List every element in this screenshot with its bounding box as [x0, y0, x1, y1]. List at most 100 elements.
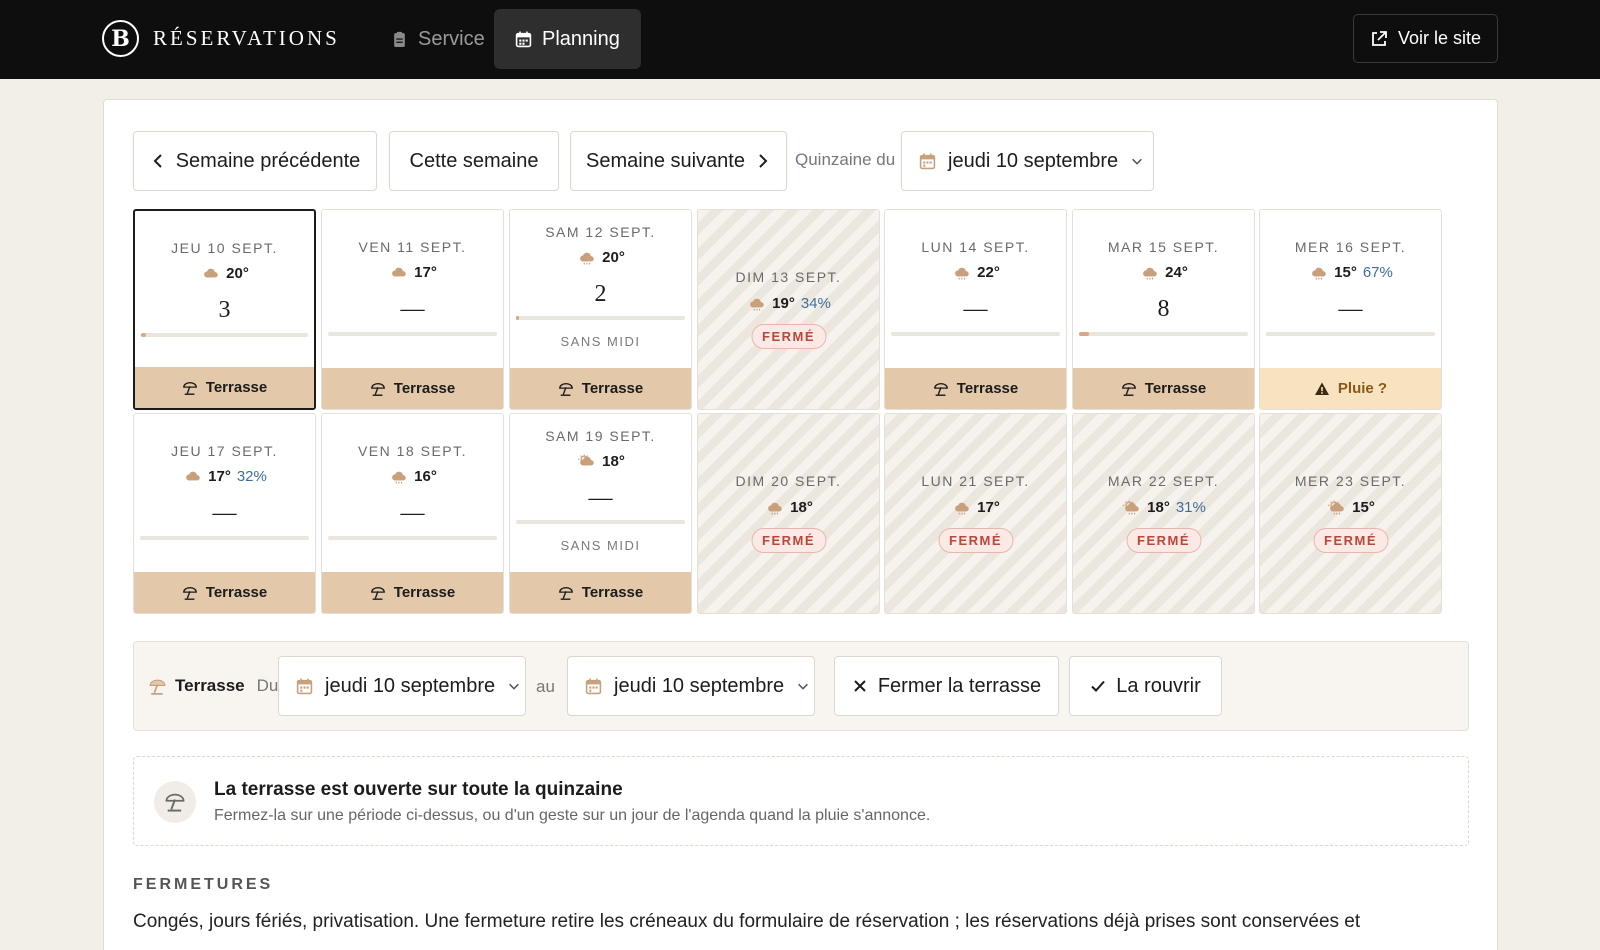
- closed-badge: FERMÉ: [751, 528, 826, 553]
- tab-planning-label: Planning: [542, 27, 620, 50]
- cloud-rain-icon: [580, 252, 594, 265]
- day-label: DIM 13 SEPT.: [735, 269, 842, 285]
- capacity-bar-fill: [516, 316, 520, 320]
- calendar-icon: [515, 31, 532, 47]
- closed-badge: FERMÉ: [1313, 528, 1388, 553]
- calendar-icon: [919, 153, 936, 169]
- reservation-count: —: [212, 500, 237, 526]
- reopen-terrace-button[interactable]: La rouvrir: [1069, 656, 1222, 716]
- reservation-count: —: [588, 485, 613, 511]
- day-cell[interactable]: JEU 10 SEPT. 20° 3 Terrasse: [133, 209, 316, 410]
- parasol-icon: [558, 382, 573, 396]
- close-terrace-button[interactable]: Fermer la terrasse: [834, 656, 1059, 716]
- cloud-icon: [186, 471, 200, 481]
- parasol-icon: [149, 679, 166, 695]
- day-temperature: 24°: [1165, 264, 1188, 281]
- day-temperature: 17°: [977, 499, 1000, 516]
- day-cell[interactable]: JEU 17 SEPT. 17° 32% — Terrasse: [133, 413, 316, 614]
- cloud-rain-icon: [955, 267, 969, 280]
- day-weather: 15°: [1260, 499, 1441, 516]
- clipboard-icon: [394, 31, 405, 47]
- sun-cloud-rain-icon: [1328, 500, 1344, 515]
- cloud-icon: [392, 267, 406, 277]
- day-cell[interactable]: MAR 22 SEPT. 18° 31% FERMÉ: [1072, 413, 1255, 614]
- day-cell[interactable]: LUN 14 SEPT. 22° — Terrasse: [884, 209, 1067, 410]
- terrace-toggle[interactable]: Terrasse: [322, 572, 503, 613]
- reservation-count: 8: [1157, 296, 1170, 322]
- parasol-icon: [933, 382, 948, 396]
- tab-planning[interactable]: Planning: [494, 9, 641, 69]
- from-date-select[interactable]: jeudi 10 septembre: [278, 656, 526, 716]
- closures-heading: FERMETURES: [133, 876, 274, 893]
- warning-icon: [1314, 382, 1329, 395]
- capacity-bar: [516, 316, 685, 320]
- cloud-rain-icon: [768, 502, 782, 515]
- capacity-bar: [328, 536, 497, 540]
- day-cell[interactable]: DIM 20 SEPT. 18° FERMÉ: [697, 413, 880, 614]
- prev-week-button[interactable]: Semaine précédente: [133, 131, 377, 191]
- terrace-toggle[interactable]: Terrasse: [134, 572, 315, 613]
- day-cell[interactable]: MER 23 SEPT. 15° FERMÉ: [1259, 413, 1442, 614]
- capacity-bar: [1079, 332, 1248, 336]
- terrace-toggle-label: Terrasse: [393, 380, 456, 397]
- day-cell[interactable]: VEN 11 SEPT. 17° — Terrasse: [321, 209, 504, 410]
- to-date-select[interactable]: jeudi 10 septembre: [567, 656, 815, 716]
- day-weather: 20°: [135, 265, 314, 282]
- day-label: LUN 14 SEPT.: [921, 239, 1030, 255]
- terrace-toggle-label: Terrasse: [581, 380, 644, 397]
- next-week-button[interactable]: Semaine suivante: [570, 131, 787, 191]
- day-label: SAM 12 SEPT.: [545, 224, 656, 240]
- fortnight-date-select[interactable]: jeudi 10 septembre: [901, 131, 1154, 191]
- next-week-label: Semaine suivante: [586, 149, 745, 172]
- terrace-toggle[interactable]: Terrasse: [322, 368, 503, 409]
- day-weather: 18°: [510, 453, 691, 470]
- chevron-down-icon: [509, 683, 520, 690]
- closed-badge: FERMÉ: [938, 528, 1013, 553]
- cloud-rain-icon: [955, 502, 969, 515]
- terrace-toggle-label: Terrasse: [581, 584, 644, 601]
- day-weather: 24°: [1073, 264, 1254, 281]
- day-weather: 18° 31%: [1073, 499, 1254, 516]
- day-weather: 17°: [885, 499, 1066, 516]
- terrace-toggle-label: Terrasse: [1144, 380, 1207, 397]
- day-label: VEN 18 SEPT.: [357, 443, 468, 459]
- view-site-button[interactable]: Voir le site: [1353, 14, 1498, 63]
- terrace-range-bar: Terrasse Du jeudi 10 septembre au jeudi …: [133, 641, 1469, 731]
- day-note: SANS MIDI: [560, 538, 641, 553]
- brand-logo: B: [102, 20, 139, 57]
- day-cell[interactable]: MER 16 SEPT. 15° 67% — Pluie ?: [1259, 209, 1442, 410]
- day-cell[interactable]: SAM 12 SEPT. 20° 2 SANS MIDI Terrasse: [509, 209, 692, 410]
- tab-service-label: Service: [418, 27, 485, 50]
- day-temperature: 18°: [1147, 499, 1170, 516]
- day-cell[interactable]: VEN 18 SEPT. 16° — Terrasse: [321, 413, 504, 614]
- top-bar: B RÉSERVATIONS Service Planning Voir le …: [0, 0, 1600, 79]
- terrace-toggle[interactable]: Terrasse: [510, 368, 691, 409]
- terrace-toggle[interactable]: Terrasse: [1073, 368, 1254, 409]
- sun-cloud-icon: [578, 454, 594, 466]
- from-date-value: jeudi 10 septembre: [325, 674, 496, 697]
- terrace-toggle[interactable]: Terrasse: [510, 572, 691, 613]
- parasol-icon: [558, 586, 573, 600]
- day-cell[interactable]: LUN 21 SEPT. 17° FERMÉ: [884, 413, 1067, 614]
- tab-service[interactable]: Service: [370, 9, 506, 69]
- reservation-count: —: [400, 500, 425, 526]
- brand[interactable]: B RÉSERVATIONS: [102, 20, 340, 57]
- day-temperature: 17°: [208, 468, 231, 485]
- terrace-toggle[interactable]: Terrasse: [135, 367, 314, 408]
- day-temperature: 18°: [602, 453, 625, 470]
- day-weather: 16°: [322, 468, 503, 485]
- this-week-button[interactable]: Cette semaine: [389, 131, 559, 191]
- from-label: Du: [256, 676, 279, 695]
- day-label: VEN 11 SEPT.: [358, 239, 467, 255]
- day-cell[interactable]: MAR 15 SEPT. 24° 8 Terrasse: [1072, 209, 1255, 410]
- capacity-bar: [516, 520, 685, 524]
- terrace-toggle[interactable]: Terrasse: [885, 368, 1066, 409]
- day-cell[interactable]: DIM 13 SEPT. 19° 34% FERMÉ: [697, 209, 880, 410]
- rain-warning[interactable]: Pluie ?: [1260, 368, 1441, 409]
- day-temperature: 19°: [772, 295, 795, 312]
- day-weather: 18°: [698, 499, 879, 516]
- check-icon: [1091, 680, 1105, 692]
- parasol-icon: [182, 381, 197, 395]
- day-cell[interactable]: SAM 19 SEPT. 18° — SANS MIDI Terrasse: [509, 413, 692, 614]
- close-terrace-label: Fermer la terrasse: [877, 674, 1042, 697]
